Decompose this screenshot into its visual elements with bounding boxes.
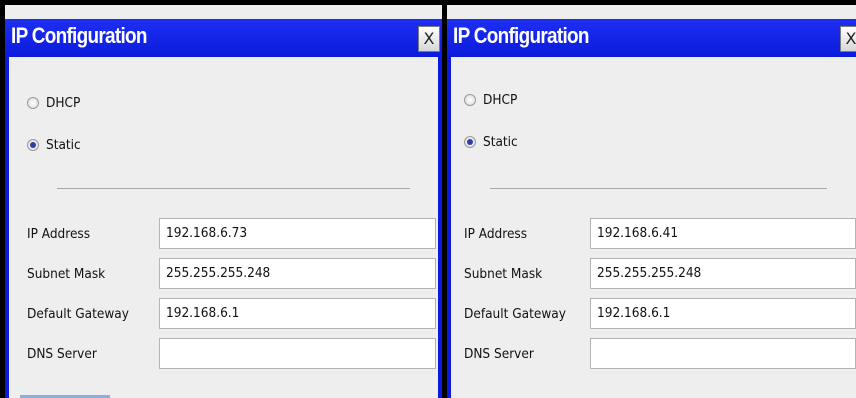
subnet-mask-label: Subnet Mask [27,266,106,282]
ip-config-window-left: IP Configuration X DHCP Static IP Addres… [0,0,447,398]
close-button[interactable]: X [418,26,440,52]
radio-static-label: Static [46,137,81,153]
window-frame-left-edge [447,19,451,398]
ip-address-field[interactable]: 192.168.6.73 [159,218,436,249]
radio-static-indicator[interactable] [27,139,39,151]
dns-server-label: DNS Server [27,346,97,362]
default-gateway-field[interactable]: 192.168.6.1 [590,298,856,329]
radio-static-label: Static [483,134,518,150]
window-title: IP Configuration [453,23,589,48]
section-divider [57,188,410,189]
default-gateway-field[interactable]: 192.168.6.1 [159,298,436,329]
ip-config-window-right: IP Configuration X DHCP Static IP Addres… [447,0,856,398]
title-bar[interactable]: IP Configuration X [447,19,856,57]
section-divider [490,188,827,189]
radio-static[interactable]: Static [464,132,518,152]
radio-dhcp-label: DHCP [46,95,81,111]
ip-address-field[interactable]: 192.168.6.41 [590,218,856,249]
dns-server-field[interactable] [590,338,856,369]
radio-dhcp[interactable]: DHCP [27,93,80,113]
title-bar[interactable]: IP Configuration X [5,19,442,57]
window-title: IP Configuration [11,23,147,48]
radio-dhcp-indicator[interactable] [27,97,39,109]
ip-address-label: IP Address [464,226,528,242]
default-gateway-label: Default Gateway [464,306,566,322]
dns-server-field[interactable] [159,338,436,369]
subnet-mask-field[interactable]: 255.255.255.248 [590,258,856,289]
window-frame-left-edge [5,19,9,398]
radio-dhcp-indicator[interactable] [464,94,476,106]
dns-server-label: DNS Server [464,346,534,362]
subnet-mask-field[interactable]: 255.255.255.248 [159,258,436,289]
ip-address-label: IP Address [27,226,91,242]
window-frame-right-edge [438,19,442,398]
radio-dhcp[interactable]: DHCP [464,90,517,110]
radio-dhcp-label: DHCP [483,92,518,108]
close-button[interactable]: X [840,26,856,52]
default-gateway-label: Default Gateway [27,306,129,322]
radio-static[interactable]: Static [27,135,81,155]
subnet-mask-label: Subnet Mask [464,266,543,282]
radio-static-indicator[interactable] [464,136,476,148]
